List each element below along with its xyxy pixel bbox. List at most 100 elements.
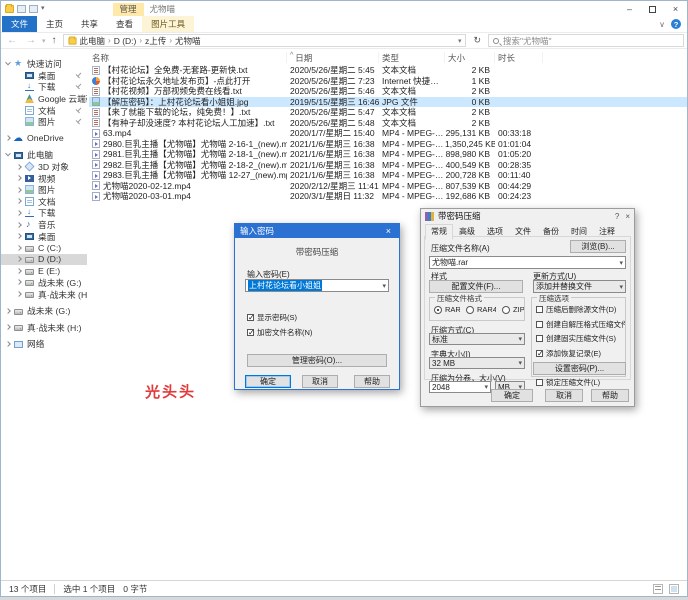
customize-qat-chevron-icon[interactable]: ▾ — [41, 5, 45, 13]
column-header-1[interactable]: 名称 — [89, 52, 287, 63]
thumbnail-view-icon[interactable] — [669, 584, 679, 594]
sidebar-item[interactable]: 文档 — [1, 196, 87, 208]
update-mode-select[interactable]: 添加并替换文件 ▾ — [533, 280, 626, 293]
sidebar-item[interactable]: 音乐 — [1, 219, 87, 231]
chevron-right-icon[interactable] — [16, 175, 22, 181]
forward-button[interactable]: → — [23, 35, 39, 46]
sidebar-item[interactable]: 快速访问 — [1, 58, 87, 70]
sidebar-item[interactable]: Google 云端硬盘 — [1, 93, 87, 105]
sidebar-item[interactable]: D (D:) — [1, 254, 87, 266]
ribbon-expand-chevron-icon[interactable]: ∨ — [659, 20, 665, 29]
ribbon-tab-4[interactable]: 图片工具 — [142, 16, 194, 32]
checkbox-icon[interactable] — [536, 335, 543, 342]
chevron-right-icon[interactable] — [16, 268, 22, 274]
chevron-right-icon[interactable] — [5, 308, 11, 314]
sidebar-item[interactable]: 图片 — [1, 184, 87, 196]
password-close-icon[interactable]: × — [383, 226, 394, 236]
rar-ok-button[interactable]: 确定 — [491, 389, 533, 402]
sidebar-item[interactable]: 战未来 (G:) — [1, 305, 87, 317]
checkbox-icon[interactable] — [536, 321, 543, 328]
chevron-right-icon[interactable] — [16, 233, 22, 239]
radio-icon[interactable] — [502, 306, 510, 314]
chevron-right-icon[interactable] — [16, 187, 22, 193]
archive-option-checkbox[interactable]: 创建自解压格式压缩文件(X) — [536, 319, 625, 330]
password-help-button[interactable]: 帮助 — [354, 375, 390, 388]
column-header-2[interactable]: ^日期 — [287, 52, 379, 63]
search-input[interactable]: 搜索"尤物喵" — [488, 34, 684, 47]
chevron-down-icon[interactable]: ▾ — [516, 359, 522, 367]
sidebar-item[interactable]: 文档 — [1, 104, 87, 116]
radio-icon[interactable] — [466, 306, 474, 314]
archive-option-checkbox[interactable]: 添加恢复记录(E) — [536, 348, 625, 359]
chevron-down-icon[interactable]: ▾ — [482, 383, 488, 391]
details-view-icon[interactable] — [653, 584, 663, 594]
address-dropdown-chevron-icon[interactable]: ▾ — [458, 37, 462, 45]
sidebar-item[interactable]: 3D 对象 — [1, 161, 87, 173]
sidebar-item[interactable]: 真·战未来 (H:) — [1, 288, 87, 300]
sidebar-item[interactable]: 真·战未来 (H:) — [1, 321, 87, 333]
refresh-icon[interactable]: ↻ — [469, 35, 485, 46]
checkbox-icon[interactable] — [247, 314, 254, 321]
table-row[interactable]: 尤物喵2020-03-01.mp42020/3/1/星期日 11:32MP4 -… — [89, 191, 687, 202]
maximize-button[interactable] — [641, 2, 664, 17]
chevron-right-icon[interactable] — [16, 280, 22, 286]
sidebar-item[interactable]: 此电脑 — [1, 149, 87, 161]
sidebar-item[interactable]: E (E:) — [1, 265, 87, 277]
breadcrumb-segment[interactable]: 尤物喵 — [175, 35, 201, 47]
rar-tab-常规[interactable]: 常规 — [425, 224, 453, 240]
archive-option-checkbox[interactable]: 压缩后删除源文件(D) — [536, 304, 625, 315]
chevron-right-icon[interactable] — [16, 291, 22, 297]
rar-tab-选项[interactable]: 选项 — [481, 224, 509, 240]
rar-help-button[interactable]: 帮助 — [591, 389, 629, 402]
sidebar-item[interactable]: 下载 — [1, 81, 87, 93]
chevron-right-icon[interactable] — [16, 245, 22, 251]
column-header-3[interactable]: 类型 — [379, 52, 445, 63]
checkbox-icon[interactable] — [247, 329, 254, 336]
chevron-right-icon[interactable] — [16, 222, 22, 228]
chevron-down-icon[interactable] — [5, 60, 11, 66]
dialog-help-icon[interactable]: ? — [615, 212, 619, 221]
properties-icon[interactable] — [17, 5, 26, 13]
breadcrumb-segment[interactable]: D (D:) — [114, 36, 137, 46]
help-icon[interactable]: ? — [671, 19, 681, 29]
minimize-button[interactable]: – — [618, 2, 641, 17]
chevron-right-icon[interactable] — [16, 256, 22, 262]
checkbox-icon[interactable] — [536, 350, 543, 357]
back-button[interactable]: ← — [4, 35, 20, 46]
chevron-right-icon[interactable] — [16, 210, 22, 216]
password-cancel-button[interactable]: 取消 — [302, 375, 338, 388]
sidebar-item[interactable]: 桌面 — [1, 70, 87, 82]
sidebar-item[interactable]: OneDrive — [1, 133, 87, 145]
format-radio[interactable]: RAR4 — [466, 305, 496, 314]
sidebar-item[interactable]: 桌面 — [1, 230, 87, 242]
context-tab-manage[interactable]: 管理 — [113, 3, 144, 16]
ribbon-tab-1[interactable]: 主页 — [37, 16, 72, 32]
ribbon-tab-3[interactable]: 查看 — [107, 16, 142, 32]
chevron-down-icon[interactable] — [5, 151, 11, 157]
chevron-right-icon[interactable] — [5, 136, 11, 142]
password-option-checkbox[interactable]: 显示密码(S) — [247, 312, 312, 323]
rar-tab-备份[interactable]: 备份 — [537, 224, 565, 240]
archive-option-checkbox[interactable]: 创建固实压缩文件(S) — [536, 333, 625, 344]
up-button[interactable]: ↑ — [49, 35, 60, 46]
browse-button[interactable]: 浏览(B)... — [570, 240, 626, 253]
sidebar-item[interactable]: 下载 — [1, 207, 87, 219]
ribbon-tab-2[interactable]: 共享 — [72, 16, 107, 32]
rar-close-icon[interactable]: × — [625, 212, 630, 221]
rar-tab-文件[interactable]: 文件 — [509, 224, 537, 240]
archive-name-input[interactable]: 尤物喵.rar ▾ — [429, 256, 626, 269]
breadcrumb-segment[interactable]: z上传 — [145, 35, 166, 47]
chevron-right-icon[interactable] — [16, 198, 22, 204]
history-chevron-icon[interactable]: ▾ — [42, 37, 46, 45]
password-ok-button[interactable]: 确定 — [245, 375, 291, 388]
rar-cancel-button[interactable]: 取消 — [545, 389, 583, 402]
organize-passwords-button[interactable]: 管理密码(O)... — [247, 354, 387, 367]
radio-icon[interactable] — [434, 306, 442, 314]
close-button[interactable]: × — [664, 2, 687, 17]
checkbox-icon[interactable] — [536, 306, 543, 313]
rar-tab-时间[interactable]: 时间 — [565, 224, 593, 240]
chevron-right-icon[interactable] — [5, 324, 11, 330]
column-header-5[interactable]: 时长 — [495, 52, 543, 63]
format-radio[interactable]: ZIP — [502, 305, 524, 314]
set-password-button[interactable]: 设置密码(P)... — [533, 362, 626, 375]
